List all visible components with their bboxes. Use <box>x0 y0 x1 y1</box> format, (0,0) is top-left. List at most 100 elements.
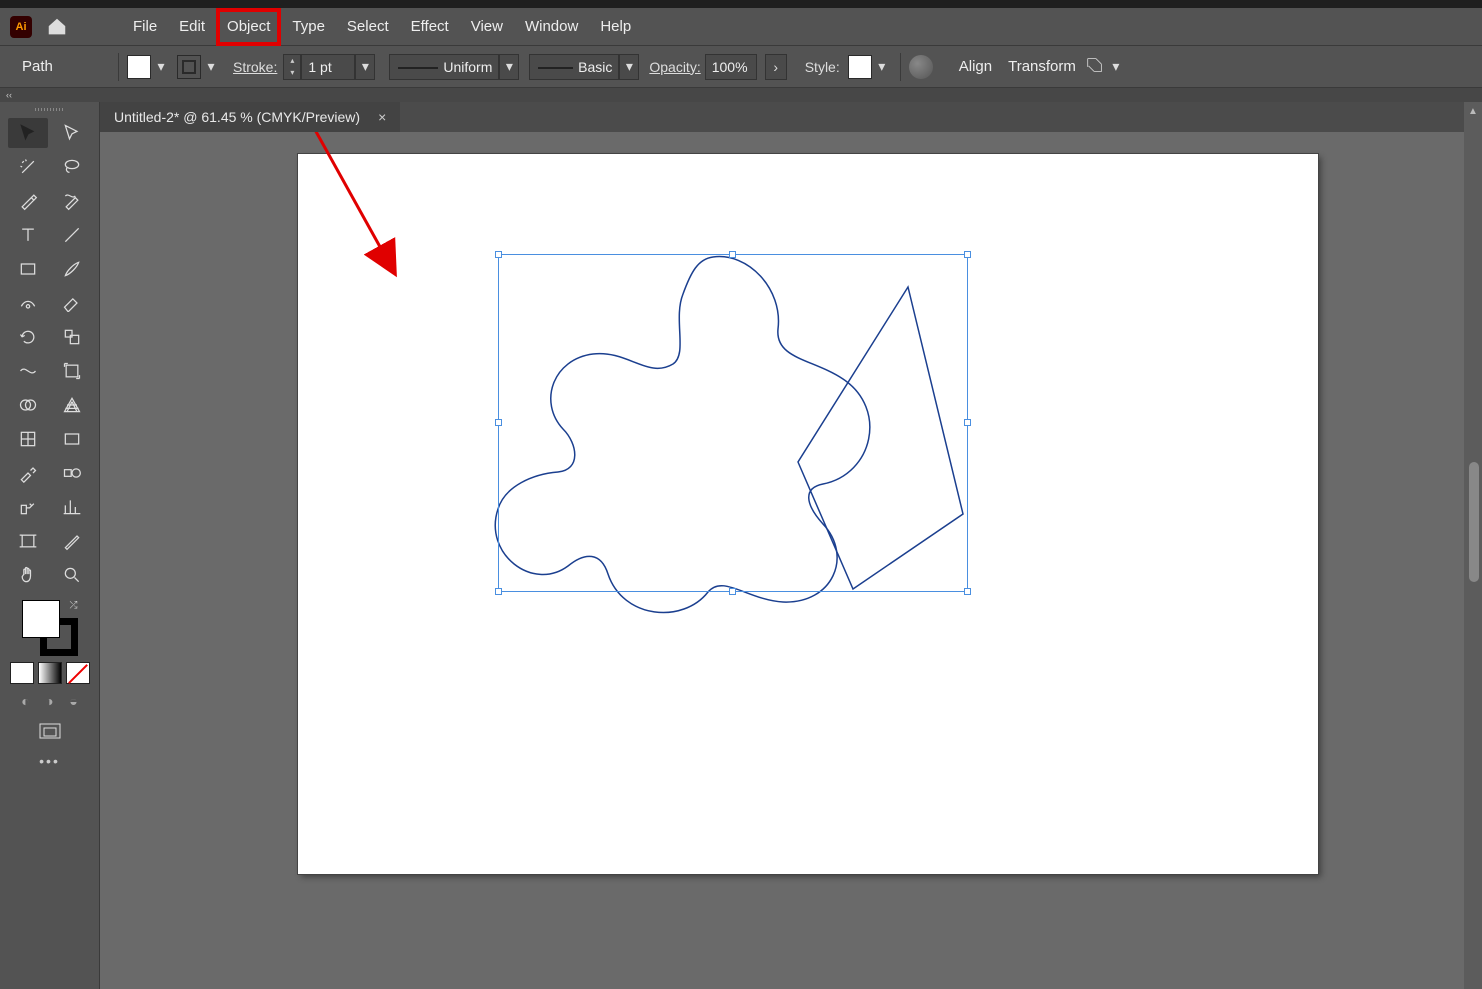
menu-help[interactable]: Help <box>589 8 642 46</box>
style-label: Style: <box>805 59 840 75</box>
handle-s[interactable] <box>729 588 736 595</box>
direct-selection-tool[interactable] <box>52 118 92 148</box>
gradient-tool[interactable] <box>52 424 92 454</box>
document-area: Untitled-2* @ 61.45 % (CMYK/Preview) × <box>100 102 1464 989</box>
control-bar: Path ▾ ▾ Stroke: ▴▾ 1 pt ▾ Uniform ▾ Bas… <box>0 46 1482 88</box>
column-graph-tool[interactable] <box>52 492 92 522</box>
tools-panel: ⤮ ◐ ◑ ◒ ••• <box>0 102 100 989</box>
width-tool[interactable] <box>8 356 48 386</box>
handle-nw[interactable] <box>495 251 502 258</box>
graphic-style-control[interactable]: ▾ <box>848 54 892 80</box>
home-icon[interactable] <box>46 16 68 38</box>
handle-se[interactable] <box>964 588 971 595</box>
paintbrush-tool[interactable] <box>52 254 92 284</box>
close-tab-icon[interactable]: × <box>378 109 386 125</box>
screen-mode-button[interactable] <box>38 722 62 745</box>
handle-sw[interactable] <box>495 588 502 595</box>
curvature-tool[interactable] <box>52 186 92 216</box>
symbol-sprayer-tool[interactable] <box>8 492 48 522</box>
mesh-tool[interactable] <box>8 424 48 454</box>
panel-grip[interactable] <box>25 104 75 114</box>
scroll-up-arrow[interactable]: ▲ <box>1468 106 1478 117</box>
selection-context-label: Path <box>10 58 110 75</box>
stroke-weight-stepper[interactable]: ▴▾ <box>283 54 301 80</box>
menu-select[interactable]: Select <box>336 8 400 46</box>
selection-tool[interactable] <box>8 118 48 148</box>
handle-w[interactable] <box>495 419 502 426</box>
brush-definition[interactable]: Basic <box>529 54 619 80</box>
artboard <box>298 154 1318 874</box>
canvas[interactable] <box>100 132 1464 989</box>
line-segment-tool[interactable] <box>52 220 92 250</box>
draw-normal-icon[interactable]: ◐ <box>17 692 35 710</box>
stroke-weight-dropdown[interactable]: ▾ <box>355 54 375 80</box>
perspective-grid-tool[interactable] <box>52 390 92 420</box>
opacity-more[interactable]: › <box>765 54 787 80</box>
edit-toolbar-button[interactable]: ••• <box>39 753 60 769</box>
fill-swatch <box>127 55 151 79</box>
menu-effect[interactable]: Effect <box>400 8 460 46</box>
app-icon[interactable]: Ai <box>10 16 32 38</box>
handle-ne[interactable] <box>964 251 971 258</box>
fill-stroke-indicator[interactable]: ⤮ <box>20 600 80 656</box>
blend-tool[interactable] <box>52 458 92 488</box>
opacity-panel-link[interactable]: Opacity: <box>649 59 700 75</box>
document-tab[interactable]: Untitled-2* @ 61.45 % (CMYK/Preview) × <box>100 102 400 132</box>
slice-tool[interactable] <box>52 526 92 556</box>
swap-fill-stroke-icon[interactable]: ⤮ <box>70 600 78 611</box>
color-mode-row <box>10 662 90 684</box>
document-tab-bar: Untitled-2* @ 61.45 % (CMYK/Preview) × <box>100 102 1464 132</box>
scrollbar-thumb[interactable] <box>1469 462 1479 582</box>
panel-collapse-strip[interactable]: ‹‹ <box>0 88 1482 102</box>
eyedropper-tool[interactable] <box>8 458 48 488</box>
draw-inside-icon[interactable]: ◒ <box>65 692 83 710</box>
transform-panel-link[interactable]: Transform <box>1008 58 1076 75</box>
chevron-down-icon: ▾ <box>872 55 892 79</box>
menu-view[interactable]: View <box>460 8 514 46</box>
menu-type[interactable]: Type <box>281 8 336 46</box>
shaper-tool[interactable] <box>8 288 48 318</box>
handle-n[interactable] <box>729 251 736 258</box>
draw-behind-icon[interactable]: ◑ <box>41 692 59 710</box>
stroke-color-control[interactable]: ▾ <box>177 54 221 80</box>
brush-dropdown[interactable]: ▾ <box>619 54 639 80</box>
hand-tool[interactable] <box>8 560 48 590</box>
magic-wand-tool[interactable] <box>8 152 48 182</box>
vertical-scrollbar[interactable]: ▲ <box>1464 102 1482 989</box>
menu-bar: Ai File Edit Object Type Select Effect V… <box>0 8 1482 46</box>
free-transform-tool[interactable] <box>52 356 92 386</box>
rotate-tool[interactable] <box>8 322 48 352</box>
scale-tool[interactable] <box>52 322 92 352</box>
pen-tool[interactable] <box>8 186 48 216</box>
opacity-input[interactable]: 100% <box>705 54 757 80</box>
menu-edit[interactable]: Edit <box>168 8 216 46</box>
fill-color-control[interactable]: ▾ <box>127 54 171 80</box>
lasso-tool[interactable] <box>52 152 92 182</box>
default-fill-stroke-icon[interactable] <box>20 642 34 656</box>
menu-file[interactable]: File <box>122 8 168 46</box>
variable-width-profile[interactable]: Uniform <box>389 54 499 80</box>
shape-builder-tool[interactable] <box>8 390 48 420</box>
rectangle-tool[interactable] <box>8 254 48 284</box>
handle-e[interactable] <box>964 419 971 426</box>
document-tab-title: Untitled-2* @ 61.45 % (CMYK/Preview) <box>114 109 360 125</box>
control-overflow[interactable]: ▾ <box>1106 55 1126 79</box>
align-panel-link[interactable]: Align <box>959 58 992 75</box>
profile-dropdown[interactable]: ▾ <box>499 54 519 80</box>
fill-indicator[interactable] <box>22 600 60 638</box>
color-mode-none[interactable] <box>66 662 90 684</box>
selection-bounding-box[interactable] <box>498 254 968 592</box>
menu-object[interactable]: Object <box>216 8 281 46</box>
zoom-tool[interactable] <box>52 560 92 590</box>
recolor-artwork-icon[interactable] <box>909 55 933 79</box>
menu-window[interactable]: Window <box>514 8 589 46</box>
type-tool[interactable] <box>8 220 48 250</box>
isolate-object-icon[interactable] <box>1084 54 1106 79</box>
eraser-tool[interactable] <box>52 288 92 318</box>
color-mode-gradient[interactable] <box>38 662 62 684</box>
draw-mode-row: ◐ ◑ ◒ <box>17 692 83 710</box>
artboard-tool[interactable] <box>8 526 48 556</box>
stroke-panel-link[interactable]: Stroke: <box>233 59 277 75</box>
stroke-weight-input[interactable]: 1 pt <box>301 54 355 80</box>
color-mode-solid[interactable] <box>10 662 34 684</box>
